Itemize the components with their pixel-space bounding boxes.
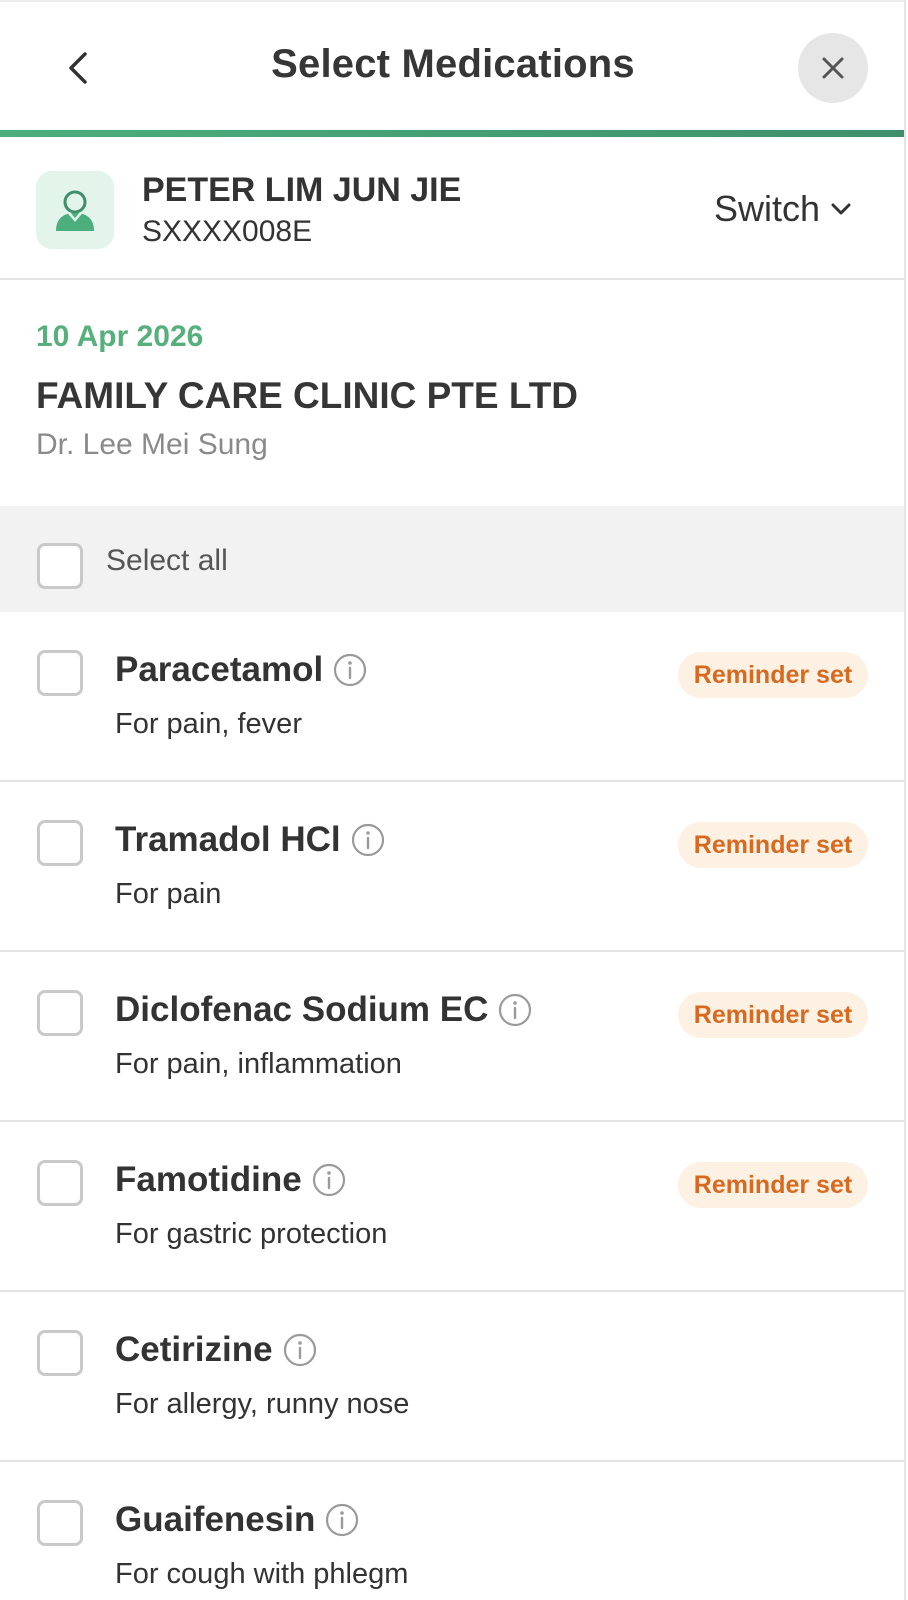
switch-patient-button[interactable]: Switch — [714, 187, 852, 231]
info-icon[interactable] — [312, 1163, 346, 1197]
medication-checkbox[interactable] — [37, 650, 83, 696]
medication-title: Cetirizine — [115, 1330, 317, 1370]
visit-details: 10 Apr 2026 FAMILY CARE CLINIC PTE LTD D… — [0, 280, 904, 506]
medication-item[interactable]: Paracetamol For pain, fever Reminder set — [0, 612, 904, 782]
medication-list: Paracetamol For pain, fever Reminder set… — [0, 612, 904, 1600]
close-button[interactable] — [798, 33, 868, 103]
clinic-name: FAMILY CARE CLINIC PTE LTD — [36, 375, 579, 416]
reminder-badge: Reminder set — [678, 652, 868, 698]
medication-item[interactable]: Diclofenac Sodium EC For pain, inflammat… — [0, 952, 904, 1122]
medication-purpose: For allergy, runny nose — [115, 1388, 410, 1420]
medication-item[interactable]: Famotidine For gastric protection Remind… — [0, 1122, 904, 1292]
select-all-row[interactable]: Select all — [0, 506, 904, 612]
medication-name: Paracetamol — [115, 650, 324, 689]
medication-name: Guaifenesin — [115, 1500, 316, 1539]
medication-item[interactable]: Tramadol HCl For pain Reminder set — [0, 782, 904, 952]
doctor-name: Dr. Lee Mei Sung — [36, 428, 268, 461]
page-title: Select Medications — [271, 42, 635, 86]
select-all-label: Select all — [106, 544, 228, 577]
info-icon[interactable] — [351, 823, 385, 857]
medication-purpose: For cough with phlegm — [115, 1558, 409, 1590]
medication-item[interactable]: Guaifenesin For cough with phlegm — [0, 1462, 904, 1600]
avatar — [36, 171, 114, 249]
medication-checkbox[interactable] — [37, 820, 83, 866]
medication-checkbox[interactable] — [37, 990, 83, 1036]
medication-title: Diclofenac Sodium EC — [115, 990, 532, 1030]
medication-purpose: For pain, fever — [115, 708, 302, 740]
medication-title: Famotidine — [115, 1160, 346, 1200]
medication-purpose: For pain — [115, 878, 222, 910]
info-icon[interactable] — [333, 653, 367, 687]
progress-bar — [0, 130, 904, 137]
reminder-badge: Reminder set — [678, 1162, 868, 1208]
medication-purpose: For pain, inflammation — [115, 1048, 402, 1080]
header: Select Medications — [0, 0, 904, 130]
info-icon[interactable] — [283, 1333, 317, 1367]
medication-name: Diclofenac Sodium EC — [115, 990, 489, 1029]
medication-title: Guaifenesin — [115, 1500, 359, 1540]
reminder-badge: Reminder set — [678, 992, 868, 1038]
info-icon[interactable] — [325, 1503, 359, 1537]
medication-purpose: For gastric protection — [115, 1218, 388, 1250]
medication-checkbox[interactable] — [37, 1500, 83, 1546]
switch-label: Switch — [714, 188, 821, 229]
info-icon[interactable] — [498, 993, 532, 1027]
medication-checkbox[interactable] — [37, 1330, 83, 1376]
medication-checkbox[interactable] — [37, 1160, 83, 1206]
medication-name: Tramadol HCl — [115, 820, 341, 859]
medication-name: Famotidine — [115, 1160, 302, 1199]
patient-name: PETER LIM JUN JIE — [142, 171, 462, 209]
app-frame: Select Medications PETER LIM JUN JIE SXX… — [0, 0, 906, 1600]
select-all-checkbox[interactable] — [37, 543, 83, 589]
patient-id: SXXXX008E — [142, 215, 313, 248]
reminder-badge: Reminder set — [678, 822, 868, 868]
medication-item[interactable]: Cetirizine For allergy, runny nose — [0, 1292, 904, 1462]
medication-title: Tramadol HCl — [115, 820, 385, 860]
user-icon — [56, 190, 94, 231]
visit-date: 10 Apr 2026 — [36, 320, 204, 353]
chevron-down-icon — [831, 203, 851, 215]
close-icon — [822, 57, 844, 79]
medication-name: Cetirizine — [115, 1330, 273, 1369]
patient-card: PETER LIM JUN JIE SXXXX008E Switch — [0, 137, 904, 280]
medication-title: Paracetamol — [115, 650, 367, 690]
